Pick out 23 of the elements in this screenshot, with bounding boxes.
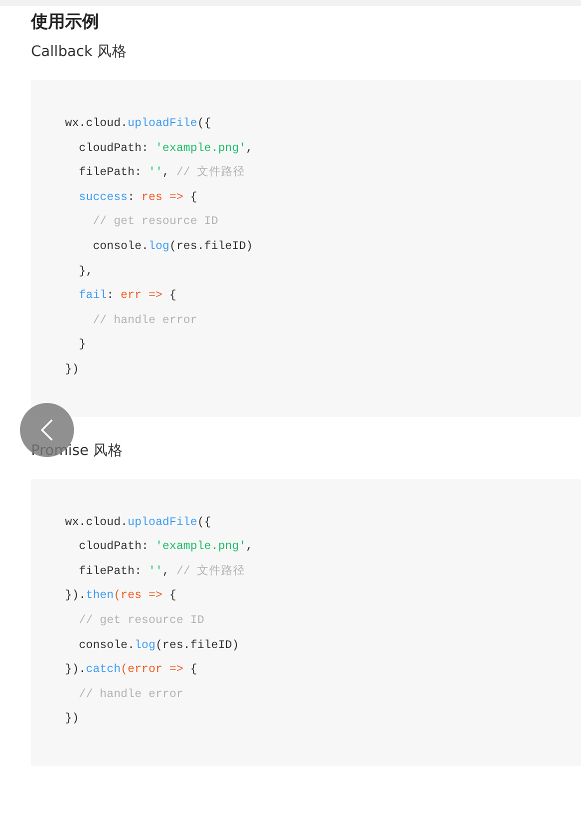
code-line: wx.cloud.uploadFile({ — [65, 514, 212, 531]
code-comment: // get resource ID — [92, 214, 218, 230]
code-comment: // get resource ID — [78, 612, 204, 629]
code-line: }).then(res => { — [65, 588, 176, 604]
code-comment: // handle error — [78, 686, 184, 703]
code-line: success: res => { — [78, 190, 198, 206]
code-line: console.log(res.fileID) — [92, 238, 253, 255]
code-line: } — [78, 337, 86, 354]
code-line: console.log(res.fileID) — [78, 638, 239, 654]
code-line: fail: err => { — [78, 288, 176, 304]
code-line: }) — [65, 362, 79, 378]
code-line: wx.cloud.uploadFile({ — [65, 116, 212, 132]
section-heading: 使用示例 — [31, 11, 99, 34]
code-line: filePath: '', // 文件路径 — [78, 164, 246, 182]
code-line: }) — [65, 711, 79, 728]
code-line: }, — [78, 264, 93, 280]
chevron-left-icon — [41, 419, 53, 441]
code-line: cloudPath: 'example.png', — [78, 140, 253, 157]
code-line: }).catch(error => { — [65, 662, 198, 678]
code-line: cloudPath: 'example.png', — [78, 539, 253, 556]
code-comment: // handle error — [92, 312, 198, 329]
code-line: filePath: '', // 文件路径 — [78, 564, 246, 580]
subsection-label: Callback 风格 — [31, 43, 128, 62]
